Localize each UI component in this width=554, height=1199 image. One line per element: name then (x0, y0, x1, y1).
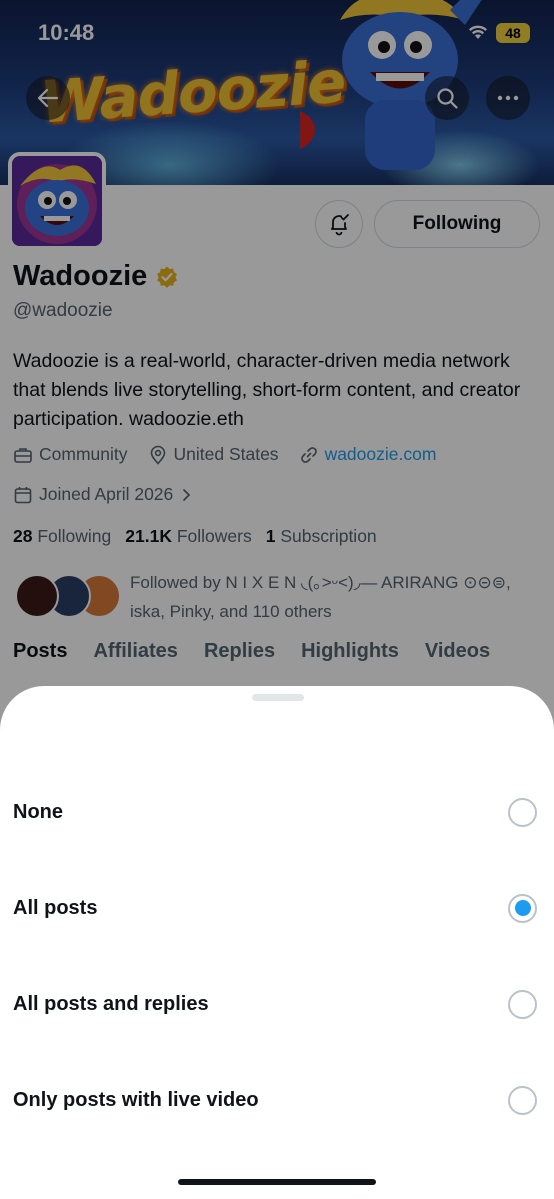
radio-button-selected[interactable] (508, 893, 537, 923)
option-label: None (13, 800, 63, 823)
notification-option-none[interactable]: None (0, 764, 554, 860)
notification-option-posts-and-replies[interactable]: All posts and replies (0, 956, 554, 1052)
radio-button[interactable] (508, 989, 537, 1019)
radio-button[interactable] (508, 1085, 537, 1115)
option-label: Only posts with live video (13, 1088, 259, 1111)
radio-button[interactable] (508, 797, 537, 827)
option-label: All posts (13, 896, 98, 919)
option-label: All posts and replies (13, 992, 209, 1015)
notification-option-all-posts[interactable]: All posts (0, 860, 554, 956)
notification-option-live-video[interactable]: Only posts with live video (0, 1052, 554, 1148)
notification-settings-sheet: None All posts All posts and replies Onl… (0, 686, 554, 1199)
home-indicator (178, 1179, 376, 1185)
sheet-grabber[interactable] (252, 694, 304, 701)
